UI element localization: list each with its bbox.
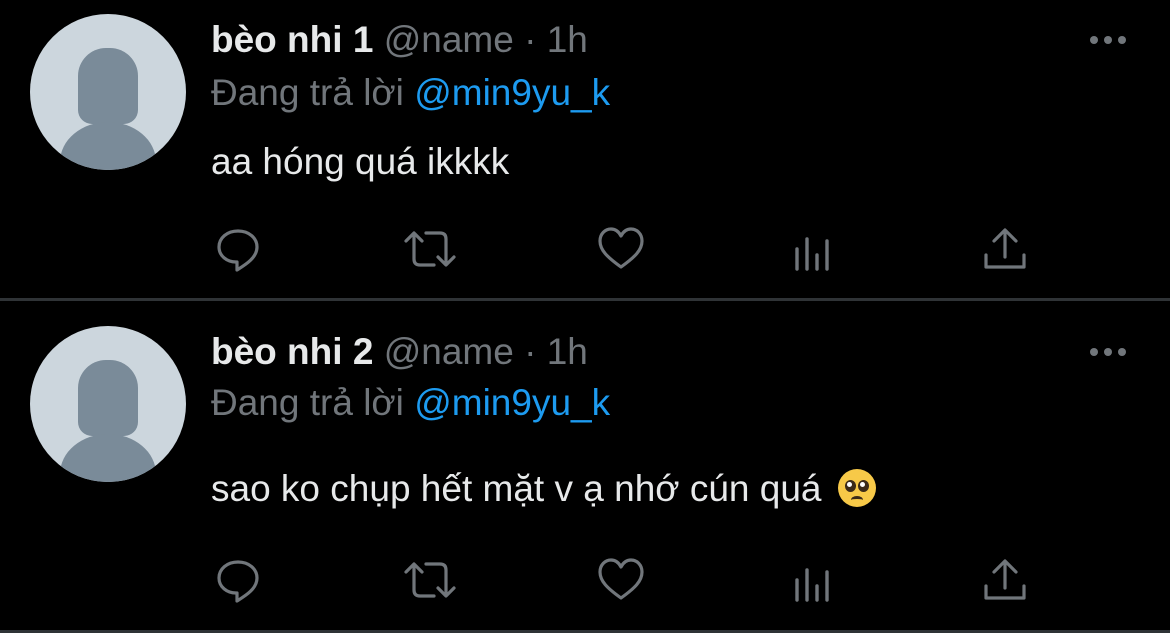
- views-icon: [795, 568, 829, 602]
- separator-dot: ·: [524, 19, 537, 60]
- reply-icon: [217, 229, 259, 272]
- emoji-mouth: [850, 496, 863, 504]
- replying-to: Đang trả lời @min9yu_k: [211, 71, 610, 115]
- like-button[interactable]: [597, 225, 645, 273]
- retweet-icon: [404, 231, 456, 267]
- avatar-head-shape: [78, 48, 138, 124]
- tweet-actions: [0, 556, 1170, 606]
- more-options-button[interactable]: [1088, 32, 1128, 48]
- user-handle[interactable]: @name: [384, 19, 514, 60]
- more-icon: [1090, 36, 1126, 44]
- mention-link[interactable]: @min9yu_k: [414, 72, 610, 113]
- display-name[interactable]: bèo nhi 1: [211, 19, 373, 60]
- share-button[interactable]: [981, 556, 1029, 604]
- heart-icon: [598, 558, 644, 600]
- views-button[interactable]: [789, 225, 837, 273]
- like-button[interactable]: [597, 556, 645, 604]
- user-handle[interactable]: @name: [384, 331, 514, 372]
- timestamp[interactable]: 1h: [547, 19, 588, 60]
- avatar-head-shape: [78, 360, 138, 436]
- tweet-actions: [0, 225, 1170, 275]
- reply-button[interactable]: [214, 225, 262, 273]
- more-icon: [1090, 348, 1126, 356]
- avatar-body-shape: [60, 122, 156, 170]
- pleading-face-emoji-icon: [837, 469, 876, 507]
- tweet-header: bèo nhi 2 @name · 1h: [211, 330, 588, 374]
- views-button[interactable]: [789, 556, 837, 604]
- mention-link[interactable]: @min9yu_k: [414, 382, 610, 423]
- timestamp[interactable]: 1h: [547, 331, 588, 372]
- retweet-button[interactable]: [402, 225, 456, 273]
- share-button[interactable]: [981, 225, 1029, 273]
- views-icon: [795, 237, 829, 271]
- share-icon: [984, 228, 1026, 269]
- avatar-body-shape: [60, 434, 156, 482]
- tweet-text-body: sao ko chụp hết mặt v ạ nhớ cún quá: [211, 468, 822, 509]
- emoji-eye-left: [844, 480, 856, 492]
- separator-dot: ·: [524, 331, 537, 372]
- replying-to-label: Đang trả lời: [211, 72, 404, 113]
- avatar[interactable]: [30, 14, 186, 170]
- reply-icon: [217, 560, 259, 603]
- retweet-icon: [404, 562, 456, 598]
- tweet-text: sao ko chụp hết mặt v ạ nhớ cún quá: [211, 467, 876, 511]
- retweet-button[interactable]: [402, 556, 456, 604]
- tweet[interactable]: bèo nhi 1 @name · 1h Đang trả lời @min9y…: [0, 0, 1170, 298]
- share-icon: [984, 559, 1026, 600]
- tweet-header: bèo nhi 1 @name · 1h: [211, 18, 588, 62]
- reply-button[interactable]: [214, 556, 262, 604]
- replying-to: Đang trả lời @min9yu_k: [211, 381, 610, 425]
- tweet-text: aa hóng quá ikkkk: [211, 140, 509, 184]
- display-name[interactable]: bèo nhi 2: [211, 331, 373, 372]
- tweet-text-body: aa hóng quá ikkkk: [211, 141, 510, 182]
- tweet[interactable]: bèo nhi 2 @name · 1h Đang trả lời @min9y…: [0, 301, 1170, 630]
- replying-to-label: Đang trả lời: [211, 382, 404, 423]
- more-options-button[interactable]: [1088, 344, 1128, 360]
- heart-icon: [598, 227, 644, 269]
- emoji-eye-right: [857, 480, 869, 492]
- avatar[interactable]: [30, 326, 186, 482]
